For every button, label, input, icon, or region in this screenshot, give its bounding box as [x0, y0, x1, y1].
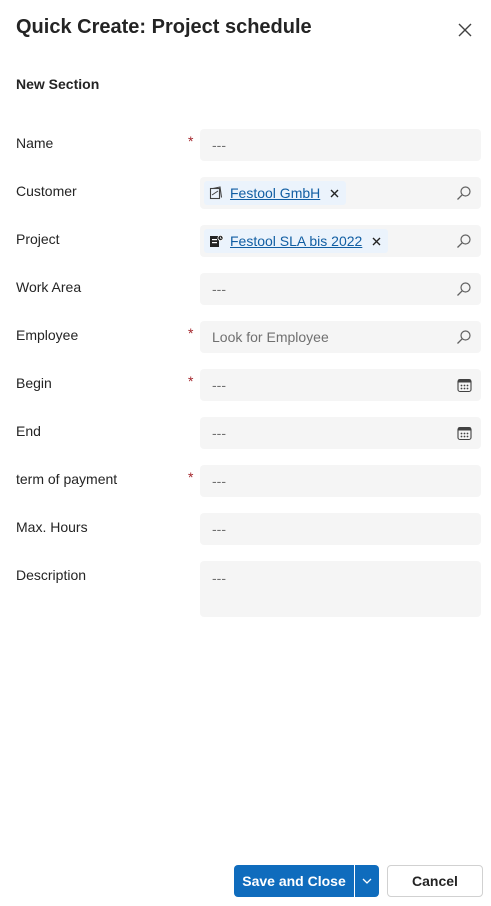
field-label: Begin [16, 375, 52, 391]
field-label: Name [16, 135, 54, 151]
field-end: End --- [16, 417, 481, 449]
term-of-payment-input[interactable]: --- [200, 465, 481, 497]
search-button[interactable] [456, 185, 472, 201]
field-work-area: Work Area --- [16, 273, 481, 305]
project-link[interactable]: Festool SLA bis 2022 [230, 233, 362, 249]
project-icon [208, 233, 224, 249]
field-label: Customer [16, 183, 77, 199]
field-term-of-payment: term of payment * --- [16, 465, 481, 497]
search-icon [457, 282, 471, 296]
save-button-group: Save and Close [234, 865, 379, 897]
field-customer: Customer Festool GmbH [16, 177, 481, 209]
search-icon [457, 186, 471, 200]
section-title: New Section [16, 76, 100, 92]
calendar-icon [456, 378, 472, 392]
footer: Save and Close Cancel [0, 865, 491, 897]
customer-link[interactable]: Festool GmbH [230, 185, 320, 201]
end-date-input[interactable]: --- [200, 417, 481, 449]
search-icon [457, 330, 471, 344]
required-indicator: * [188, 373, 194, 389]
customer-lookup[interactable]: Festool GmbH [200, 177, 481, 209]
field-name: Name * --- [16, 129, 481, 161]
search-button[interactable] [456, 233, 472, 249]
remove-project-button[interactable] [370, 235, 382, 247]
panel-title: Quick Create: Project schedule [16, 16, 312, 38]
quick-create-panel: Quick Create: Project schedule New Secti… [0, 0, 491, 906]
field-label: term of payment [16, 471, 118, 487]
field-value: --- [212, 281, 226, 297]
close-icon [330, 189, 339, 197]
field-max-hours: Max. Hours --- [16, 513, 481, 545]
close-icon [458, 23, 472, 37]
field-label: Description [16, 567, 87, 583]
field-value: --- [212, 137, 226, 153]
search-button[interactable] [456, 281, 472, 297]
required-indicator: * [188, 133, 194, 149]
cancel-button[interactable]: Cancel [387, 865, 483, 897]
begin-date-input[interactable]: --- [200, 369, 481, 401]
field-value: --- [212, 521, 226, 537]
field-value: --- [212, 377, 226, 393]
remove-customer-button[interactable] [328, 187, 340, 199]
max-hours-input[interactable]: --- [200, 513, 481, 545]
close-button[interactable] [455, 20, 475, 40]
field-employee: Employee * Look for Employee [16, 321, 481, 353]
field-label: Work Area [16, 279, 82, 295]
save-and-close-button[interactable]: Save and Close [234, 865, 355, 897]
required-indicator: * [188, 469, 194, 485]
field-value: --- [212, 425, 226, 441]
header: Quick Create: Project schedule [16, 14, 475, 44]
calendar-icon [456, 426, 472, 440]
field-value: --- [212, 473, 226, 489]
field-project: Project Festool SLA bis 2022 [16, 225, 481, 257]
description-textarea[interactable]: --- [200, 561, 481, 617]
chevron-down-icon [362, 878, 372, 884]
field-value: --- [212, 570, 226, 586]
search-button[interactable] [456, 329, 472, 345]
required-indicator: * [188, 325, 194, 341]
employee-lookup[interactable]: Look for Employee [200, 321, 481, 353]
field-label: Project [16, 231, 60, 247]
employee-placeholder: Look for Employee [212, 329, 329, 345]
customer-tag: Festool GmbH [204, 181, 347, 205]
save-options-button[interactable] [355, 865, 379, 897]
field-label: Employee [16, 327, 79, 343]
date-picker-button[interactable] [456, 425, 472, 441]
field-label: Max. Hours [16, 519, 88, 535]
close-icon [372, 237, 381, 245]
project-tag: Festool SLA bis 2022 [204, 229, 389, 253]
work-area-lookup[interactable]: --- [200, 273, 481, 305]
date-picker-button[interactable] [456, 377, 472, 393]
account-icon [208, 185, 224, 201]
field-begin: Begin * --- [16, 369, 481, 401]
field-label: End [16, 423, 41, 439]
project-lookup[interactable]: Festool SLA bis 2022 [200, 225, 481, 257]
name-input[interactable]: --- [200, 129, 481, 161]
field-description: Description --- [16, 561, 481, 617]
search-icon [457, 234, 471, 248]
